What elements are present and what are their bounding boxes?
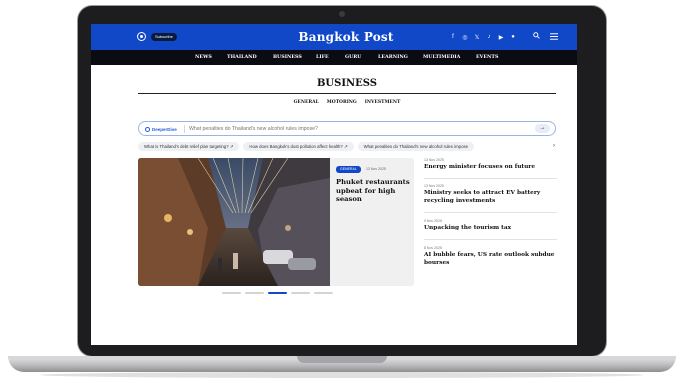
carousel-dot[interactable] (222, 292, 241, 294)
nav-item-learning[interactable]: LEARNING (378, 50, 423, 65)
section-divider (138, 93, 556, 94)
story-item[interactable]: 9 Nov 2025 Unpacking the tourism tax (424, 219, 557, 233)
line-icon[interactable]: ● (510, 34, 516, 40)
deeper-dive-icon (145, 126, 150, 132)
subscribe-button[interactable]: Subscribe (151, 33, 177, 41)
submit-arrow-button[interactable]: → (535, 124, 550, 133)
section-subnav: GENERAL MOTORING INVESTMENT (138, 100, 556, 105)
carousel-dot[interactable] (291, 292, 310, 294)
divider (184, 125, 185, 133)
menu-icon[interactable] (550, 33, 558, 40)
ask-input[interactable] (189, 124, 509, 134)
story-date: 13 Nov 2025 (424, 158, 444, 162)
deeper-dive-brand: DeeperDive (152, 126, 177, 132)
facebook-icon[interactable]: f (450, 34, 456, 40)
laptop-notch (297, 356, 387, 363)
chevron-right-icon[interactable]: › (553, 142, 555, 151)
nav-item-news[interactable]: NEWS (195, 50, 227, 65)
story-item[interactable]: 13 Nov 2025 Ministry seeks to attract EV… (424, 184, 557, 205)
subnav-motoring[interactable]: MOTORING (327, 100, 357, 105)
nav-item-life[interactable]: LIFE (316, 50, 345, 65)
nav-item-multimedia[interactable]: MULTIMEDIA (423, 50, 476, 65)
suggestion-chip[interactable]: What penalties do Thailand's new alcohol… (357, 142, 474, 151)
subnav-investment[interactable]: INVESTMENT (365, 100, 401, 105)
featured-story-card[interactable]: GENERAL 13 Nov 2025 Phuket restaurants u… (138, 158, 414, 286)
nav-item-guru[interactable]: GURU (345, 50, 378, 65)
carousel-dot[interactable] (314, 292, 333, 294)
account-icon[interactable] (137, 32, 146, 41)
story-divider (424, 178, 557, 179)
screen: Subscribe Bangkok Post f ◎ 𝕏 ♪ ▶ ● NEWS T… (91, 24, 577, 345)
section-title: BUSINESS (316, 78, 378, 89)
laptop-shadow (40, 372, 644, 378)
story-headline[interactable]: Ministry seeks to attract EV battery rec… (424, 190, 557, 205)
carousel-dot[interactable] (245, 292, 264, 294)
story-headline[interactable]: AI bubble fears, US rate outlook subdue … (424, 252, 557, 267)
category-badge[interactable]: GENERAL (336, 166, 361, 173)
nav-item-thailand[interactable]: THAILAND (227, 50, 273, 65)
suggested-questions: What is Thailand's debt relief plan targ… (138, 142, 563, 151)
instagram-icon[interactable]: ◎ (462, 34, 468, 41)
story-item[interactable]: 8 Nov 2025 AI bubble fears, US rate outl… (424, 246, 557, 267)
story-date: 9 Nov 2025 (424, 219, 442, 223)
featured-story-image[interactable] (138, 158, 330, 286)
story-date: 13 Nov 2025 (424, 184, 444, 188)
nav-item-business[interactable]: BUSINESS (273, 50, 316, 65)
story-date: 13 Nov 2025 (366, 167, 386, 171)
carousel-dots (222, 292, 333, 294)
story-item[interactable]: 13 Nov 2025 Energy minister focuses on f… (424, 158, 557, 172)
social-links: f ◎ 𝕏 ♪ ▶ ● (450, 32, 516, 42)
main-nav: NEWS THAILAND BUSINESS LIFE GURU LEARNING MULT… (91, 50, 577, 65)
story-divider (424, 239, 557, 240)
camera-icon (339, 11, 345, 17)
deeper-dive-logo: DeeperDive (145, 126, 177, 132)
site-logo[interactable]: Bangkok Post (296, 30, 396, 44)
subnav-general[interactable]: GENERAL (294, 100, 319, 105)
search-icon[interactable] (533, 32, 540, 39)
tiktok-icon[interactable]: ♪ (486, 34, 492, 40)
featured-story-headline[interactable]: Phuket restaurants upbeat for high seaso… (336, 178, 410, 204)
story-headline[interactable]: Unpacking the tourism tax (424, 225, 557, 233)
top-bar: Subscribe Bangkok Post f ◎ 𝕏 ♪ ▶ ● (91, 24, 577, 50)
x-icon[interactable]: 𝕏 (474, 34, 480, 41)
suggestion-chip[interactable]: What is Thailand's debt relief plan targ… (138, 142, 240, 151)
deeper-dive-search: DeeperDive → (138, 121, 556, 136)
story-headline[interactable]: Energy minister focuses on future (424, 164, 557, 172)
suggestion-chip[interactable]: How does Bangkok's dust pollution affect… (243, 142, 354, 151)
story-date: 8 Nov 2025 (424, 246, 442, 250)
story-divider (424, 212, 557, 213)
nav-item-events[interactable]: EVENTS (476, 50, 500, 65)
carousel-dot[interactable] (268, 292, 287, 294)
youtube-icon[interactable]: ▶ (498, 34, 504, 41)
